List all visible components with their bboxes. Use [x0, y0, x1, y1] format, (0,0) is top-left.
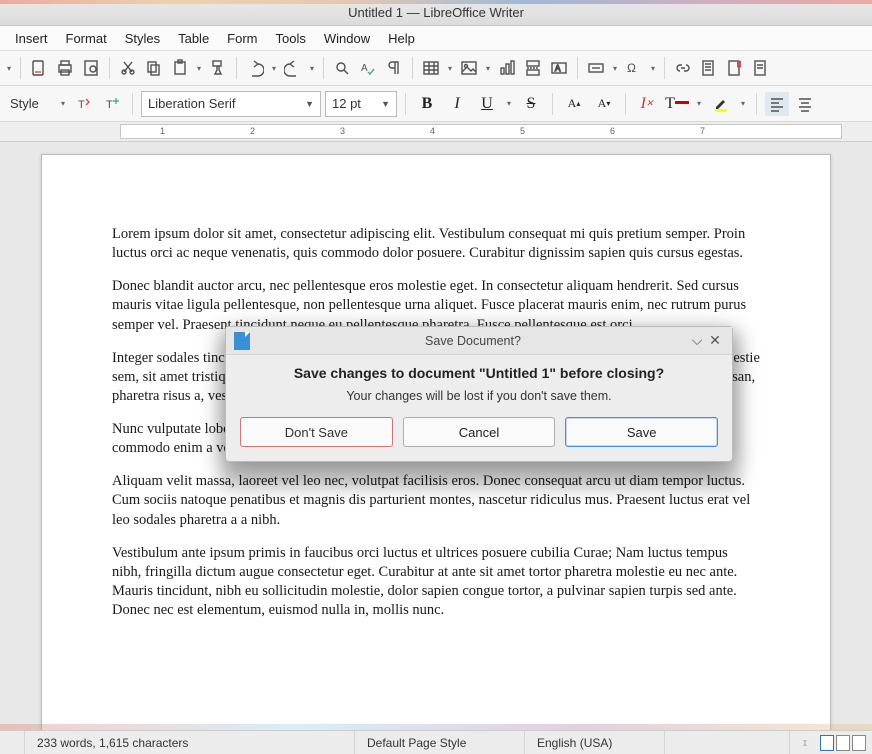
- paragraph[interactable]: Vestibulum ante ipsum primis in faucibus…: [112, 544, 760, 621]
- export-pdf-icon[interactable]: [27, 56, 51, 80]
- insert-field-icon[interactable]: [584, 56, 608, 80]
- menu-window[interactable]: Window: [315, 31, 379, 46]
- subscript-button[interactable]: A▾: [591, 91, 617, 117]
- status-bar: 233 words, 1,615 characters Default Page…: [0, 730, 872, 754]
- insert-cross-ref-icon[interactable]: [749, 56, 773, 80]
- paragraph[interactable]: Lorem ipsum dolor sit amet, consectetur …: [112, 225, 760, 263]
- dialog-heading: Save changes to document "Untitled 1" be…: [240, 365, 718, 381]
- spellcheck-icon[interactable]: A: [356, 56, 380, 80]
- status-view-icons[interactable]: [820, 735, 872, 751]
- cancel-button[interactable]: Cancel: [403, 417, 556, 447]
- svg-text:T: T: [78, 99, 85, 111]
- image-dropdown[interactable]: ▾: [483, 64, 493, 73]
- status-pagestyle[interactable]: Default Page Style: [355, 731, 525, 754]
- insert-chart-icon[interactable]: [495, 56, 519, 80]
- paste-icon[interactable]: [168, 56, 192, 80]
- dialog-close-icon[interactable]: ✕: [706, 332, 724, 349]
- print-icon[interactable]: [53, 56, 77, 80]
- new-style-icon[interactable]: T: [100, 92, 124, 116]
- formatting-toolbar: Style ▾ T T Liberation Serif ▼ 12 pt ▼ B…: [0, 86, 872, 122]
- status-insert-mode-icon[interactable]: [790, 731, 820, 754]
- paragraph-style-label: Style: [4, 91, 54, 117]
- status-language[interactable]: English (USA): [525, 731, 665, 754]
- insert-table-icon[interactable]: [419, 56, 443, 80]
- highlight-button[interactable]: [708, 91, 734, 117]
- symbol-dropdown[interactable]: ▾: [648, 64, 658, 73]
- insert-textbox-icon[interactable]: A: [547, 56, 571, 80]
- undo-dropdown[interactable]: ▾: [269, 64, 279, 73]
- redo-dropdown[interactable]: ▾: [307, 64, 317, 73]
- svg-text:T: T: [106, 99, 113, 111]
- underline-dropdown[interactable]: ▾: [504, 99, 514, 108]
- insert-footnote-icon[interactable]: [697, 56, 721, 80]
- dialog-title: Save Document?: [258, 334, 688, 348]
- paragraph-style-dropdown[interactable]: ▾: [58, 99, 68, 108]
- table-dropdown[interactable]: ▾: [445, 64, 455, 73]
- font-size-value: 12 pt: [332, 96, 361, 111]
- bold-button[interactable]: B: [414, 91, 440, 117]
- clone-formatting-icon[interactable]: [206, 56, 230, 80]
- font-name-combo[interactable]: Liberation Serif ▼: [141, 91, 321, 117]
- dialog-titlebar[interactable]: Save Document? ⌵ ✕: [226, 327, 732, 355]
- save-button[interactable]: Save: [565, 417, 718, 447]
- insert-pagebreak-icon[interactable]: [521, 56, 545, 80]
- svg-text:Ω: Ω: [627, 61, 636, 75]
- cut-icon[interactable]: [116, 56, 140, 80]
- field-dropdown[interactable]: ▾: [610, 64, 620, 73]
- insert-symbol-icon[interactable]: Ω: [622, 56, 646, 80]
- redo-icon[interactable]: [281, 56, 305, 80]
- italic-button[interactable]: I: [444, 91, 470, 117]
- dont-save-button[interactable]: Don't Save: [240, 417, 393, 447]
- insert-image-icon[interactable]: [457, 56, 481, 80]
- align-left-button[interactable]: [765, 92, 789, 116]
- toolbar-overflow-left[interactable]: ▾: [4, 64, 14, 73]
- paste-dropdown[interactable]: ▾: [194, 64, 204, 73]
- menu-form[interactable]: Form: [218, 31, 266, 46]
- strikethrough-button[interactable]: S: [518, 91, 544, 117]
- menu-tools[interactable]: Tools: [267, 31, 315, 46]
- font-name-value: Liberation Serif: [148, 96, 235, 111]
- dialog-message: Your changes will be lost if you don't s…: [240, 389, 718, 403]
- underline-button[interactable]: U: [474, 91, 500, 117]
- undo-icon[interactable]: [243, 56, 267, 80]
- copy-icon[interactable]: [142, 56, 166, 80]
- menu-bar: Insert Format Styles Table Form Tools Wi…: [0, 26, 872, 50]
- menu-help[interactable]: Help: [379, 31, 424, 46]
- menu-format[interactable]: Format: [57, 31, 116, 46]
- find-icon[interactable]: [330, 56, 354, 80]
- align-center-button[interactable]: [793, 92, 817, 116]
- horizontal-ruler[interactable]: 1 2 3 4 5 6 7: [0, 122, 872, 142]
- highlight-dropdown[interactable]: ▾: [738, 99, 748, 108]
- formatting-marks-icon[interactable]: [382, 56, 406, 80]
- superscript-button[interactable]: A▴: [561, 91, 587, 117]
- standard-toolbar: ▾ ▾ ▾ ▾ A ▾ ▾ A ▾ Ω ▾: [0, 50, 872, 86]
- svg-text:A: A: [555, 64, 561, 73]
- menu-styles[interactable]: Styles: [116, 31, 169, 46]
- update-style-icon[interactable]: T: [72, 92, 96, 116]
- svg-text:A: A: [361, 63, 368, 74]
- window-titlebar: Untitled 1 — LibreOffice Writer: [0, 0, 872, 26]
- dialog-minimize-icon[interactable]: ⌵: [688, 332, 706, 349]
- status-wordcount[interactable]: 233 words, 1,615 characters: [25, 731, 355, 754]
- font-size-combo[interactable]: 12 pt ▼: [325, 91, 397, 117]
- save-document-dialog: Save Document? ⌵ ✕ Save changes to docum…: [225, 326, 733, 462]
- insert-bookmark-icon[interactable]: [723, 56, 747, 80]
- clear-formatting-button[interactable]: I✕: [634, 91, 660, 117]
- document-icon: [234, 332, 250, 350]
- insert-hyperlink-icon[interactable]: [671, 56, 695, 80]
- window-title: Untitled 1 — LibreOffice Writer: [348, 5, 524, 20]
- font-color-dropdown[interactable]: ▾: [694, 99, 704, 108]
- menu-insert[interactable]: Insert: [6, 31, 57, 46]
- menu-table[interactable]: Table: [169, 31, 218, 46]
- font-color-button[interactable]: T: [664, 91, 690, 117]
- print-preview-icon[interactable]: [79, 56, 103, 80]
